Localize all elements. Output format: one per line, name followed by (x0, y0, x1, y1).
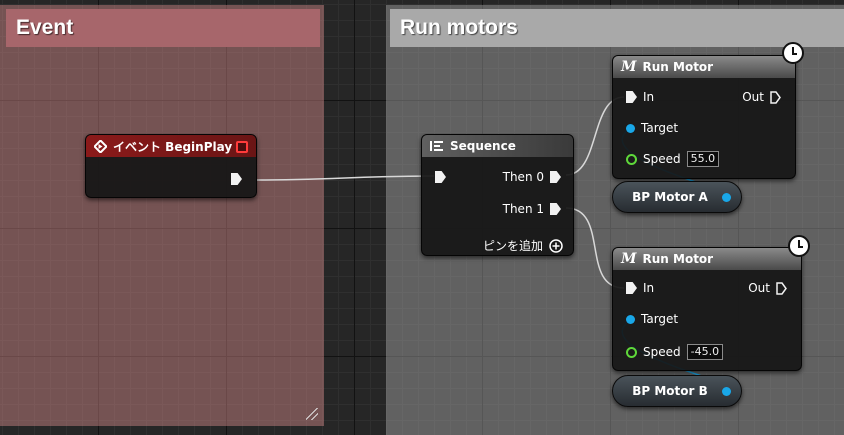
pin-label: Then 0 (502, 170, 544, 184)
pin-label: Speed (643, 152, 681, 166)
exec-pin-icon[interactable] (626, 282, 637, 294)
event-begin-play-node[interactable]: イベント BeginPlay (85, 134, 257, 198)
pin-label: Out (742, 90, 764, 104)
run-motor-node-b[interactable]: M Run Motor In Out Target Speed -45.0 (612, 247, 802, 371)
float-pin-icon[interactable] (626, 346, 637, 358)
sequence-icon (430, 141, 443, 151)
float-pin-icon[interactable] (626, 153, 637, 165)
node-header[interactable]: イベント BeginPlay (86, 135, 256, 157)
exec-pin-icon[interactable] (626, 91, 637, 103)
object-pin-icon[interactable] (626, 314, 635, 324)
exec-pin-icon[interactable] (231, 173, 242, 185)
then-0-pin[interactable]: Then 0 (503, 170, 561, 184)
exec-out-pin[interactable]: Out (748, 281, 787, 295)
node-title: イベント BeginPlay (113, 139, 233, 154)
delegate-pin-icon[interactable] (236, 141, 248, 153)
node-title: Run Motor (642, 60, 714, 74)
exec-pin-icon[interactable] (550, 203, 561, 215)
pin-label: Then 1 (502, 202, 544, 216)
diamond-event-icon (94, 139, 107, 153)
pin-label: Target (641, 312, 679, 326)
add-pin-label: ピンを追加 (482, 239, 543, 253)
exec-in-pin[interactable]: In (626, 281, 654, 295)
function-m-icon: M (621, 251, 637, 267)
pin-label: In (643, 281, 655, 295)
then-1-pin[interactable]: Then 1 (503, 202, 561, 216)
exec-in-pin[interactable] (435, 171, 446, 183)
sequence-node[interactable]: Sequence Then 0 Then 1 ピンを追加 (421, 134, 574, 256)
node-header[interactable]: M Run Motor (613, 248, 801, 270)
exec-pin-icon[interactable] (435, 171, 446, 183)
exec-pin-empty-icon[interactable] (776, 281, 787, 295)
exec-wire[interactable] (255, 175, 435, 181)
add-pin-icon[interactable] (549, 238, 563, 253)
exec-in-pin[interactable]: In (626, 90, 654, 104)
target-pin[interactable]: Target (626, 121, 678, 135)
bp-motor-b-variable[interactable]: BP Motor B (612, 375, 742, 407)
run-motor-node-a[interactable]: M Run Motor In Out Target Speed 55.0 (612, 55, 796, 179)
speed-pin[interactable]: Speed 55.0 (626, 151, 720, 167)
add-pin-button[interactable]: ピンを追加 (483, 237, 563, 254)
latent-clock-icon (788, 235, 810, 257)
variable-label: BP Motor A (632, 190, 708, 204)
exec-pin-icon[interactable] (550, 171, 561, 183)
latent-clock-icon (782, 42, 804, 64)
speed-input[interactable]: -45.0 (686, 344, 724, 360)
speed-pin[interactable]: Speed -45.0 (626, 344, 724, 360)
object-pin-icon[interactable] (722, 193, 731, 202)
object-pin-icon[interactable] (626, 123, 635, 133)
node-header[interactable]: Sequence (422, 135, 573, 157)
speed-input[interactable]: 55.0 (686, 151, 720, 167)
function-m-icon: M (621, 59, 637, 75)
exec-out-pin[interactable] (231, 173, 242, 185)
object-pin-icon[interactable] (722, 387, 731, 396)
exec-pin-empty-icon[interactable] (770, 90, 781, 104)
node-header[interactable]: M Run Motor (613, 56, 795, 78)
node-title: Run Motor (642, 252, 714, 266)
pin-label: Speed (643, 345, 681, 359)
target-pin[interactable]: Target (626, 312, 678, 326)
node-title: Sequence (450, 139, 516, 153)
pin-label: In (643, 90, 655, 104)
exec-out-pin[interactable]: Out (742, 90, 781, 104)
bp-motor-a-variable[interactable]: BP Motor A (612, 181, 742, 213)
pin-label: Target (641, 121, 679, 135)
variable-label: BP Motor B (632, 384, 708, 398)
pin-label: Out (748, 281, 770, 295)
